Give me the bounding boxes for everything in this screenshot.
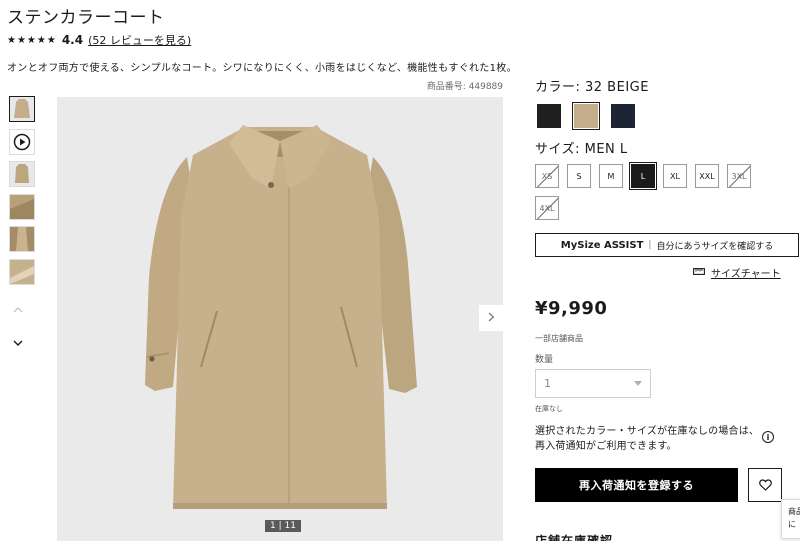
next-image-button[interactable] xyxy=(479,305,503,331)
quantity-select[interactable]: 1 xyxy=(535,369,651,398)
store-stock-heading: 店舗在庫確認 xyxy=(535,534,614,541)
thumbnail-coat-front[interactable] xyxy=(9,96,35,122)
quantity-label: 数量 xyxy=(535,355,554,365)
chevron-right-icon xyxy=(488,310,495,326)
size-xs[interactable]: XS xyxy=(535,164,559,188)
play-icon xyxy=(13,133,31,151)
size-options: XS S M L XL XXL 3XL 4XL xyxy=(535,161,765,220)
reviews-link[interactable]: (52 レビューを見る) xyxy=(88,32,191,48)
mysize-separator: | xyxy=(648,240,652,250)
store-only-note: 一部店舗商品 xyxy=(535,334,583,343)
chevron-up-icon[interactable] xyxy=(13,303,23,316)
main-product-image[interactable]: 1 | 11 xyxy=(57,97,503,541)
product-description: オンとオフ両方で使える、シンプルなコート。シワになりにくく、小雨をはじくなど、機… xyxy=(7,63,517,74)
size-4xl[interactable]: 4XL xyxy=(535,196,559,220)
thumbnail-detail-2[interactable] xyxy=(9,226,35,252)
thumbnail-detail-1[interactable] xyxy=(9,193,35,220)
price: ¥9,990 xyxy=(535,298,608,319)
restock-notice: 選択されたカラー・サイズが在庫なしの場合は、再入荷通知がご利用できます。 xyxy=(535,426,760,452)
swatch-navy[interactable] xyxy=(609,102,637,130)
stock-status: 在庫なし xyxy=(535,405,563,413)
favorite-button[interactable] xyxy=(748,468,782,502)
coat-illustration xyxy=(145,125,417,509)
mysize-text: 自分にあうサイズを確認する xyxy=(656,241,774,252)
mysize-brand: MySize ASSIST xyxy=(560,239,644,251)
heart-icon xyxy=(758,476,772,495)
product-title: ステンカラーコート xyxy=(7,8,165,28)
size-chart-label: サイズチャート xyxy=(711,269,781,280)
ruler-icon xyxy=(693,267,705,278)
quantity-value: 1 xyxy=(544,377,551,390)
color-label: カラー: 32 BEIGE xyxy=(535,80,649,95)
product-number: 商品番号: 449889 xyxy=(426,82,503,92)
info-icon[interactable]: i xyxy=(762,431,774,443)
rating-value: 4.4 xyxy=(61,33,84,47)
image-counter: 1 | 11 xyxy=(265,520,301,532)
tooltip-line-1: 商品 xyxy=(788,507,800,516)
swatch-black[interactable] xyxy=(535,102,563,130)
chevron-down-icon[interactable] xyxy=(13,336,23,349)
mysize-assist-button[interactable]: MySize ASSIST | 自分にあうサイズを確認する xyxy=(535,233,799,257)
chat-tooltip[interactable]: 商品 に xyxy=(781,499,800,539)
thumbnail-detail-3[interactable] xyxy=(9,258,35,285)
tooltip-line-2: に xyxy=(788,520,796,529)
size-m[interactable]: M xyxy=(599,164,623,188)
size-s[interactable]: S xyxy=(567,164,591,188)
size-chart-link[interactable]: サイズチャート xyxy=(693,265,781,280)
size-label: サイズ: MEN L xyxy=(535,142,628,157)
size-xl[interactable]: XL xyxy=(663,164,687,188)
rating-row: ★★★★★ 4.4 (52 レビューを見る) xyxy=(7,32,191,48)
thumbnail-coat-back[interactable] xyxy=(9,161,35,187)
color-swatches xyxy=(535,102,637,130)
caret-down-icon xyxy=(634,381,642,386)
rating-stars: ★★★★★ xyxy=(7,34,57,46)
thumbnail-list xyxy=(9,96,37,291)
size-l[interactable]: L xyxy=(628,161,658,191)
swatch-beige[interactable] xyxy=(572,102,600,130)
size-xxl[interactable]: XXL xyxy=(695,164,719,188)
size-3xl[interactable]: 3XL xyxy=(727,164,751,188)
thumbnail-video[interactable] xyxy=(9,128,35,155)
restock-notify-button[interactable]: 再入荷通知を登録する xyxy=(535,468,738,502)
